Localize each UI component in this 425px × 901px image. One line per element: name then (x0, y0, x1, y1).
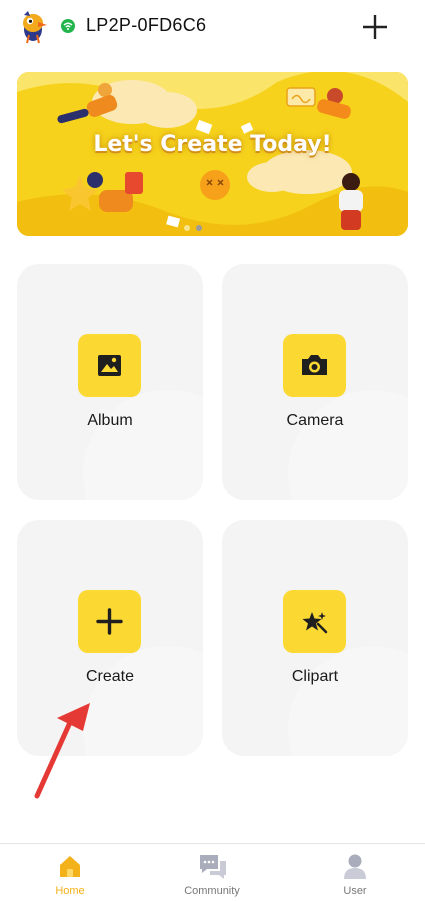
promo-banner[interactable]: Let's Create Today! (17, 72, 408, 236)
clipart-tile[interactable]: Clipart (222, 520, 408, 756)
chat-bubbles-icon (200, 855, 226, 879)
banner-page-indicator (184, 225, 214, 231)
plus-icon (96, 608, 123, 635)
clipart-label: Clipart (291, 668, 339, 685)
nav-user-label: User (343, 885, 367, 897)
user-icon (344, 854, 366, 879)
add-device-button[interactable] (360, 12, 390, 42)
nav-community-label: Community (184, 885, 240, 897)
album-icon-box (78, 334, 141, 397)
wifi-status-icon (61, 19, 75, 33)
create-icon-box (78, 590, 141, 653)
camera-icon-box (283, 334, 346, 397)
create-label: Create (85, 668, 135, 685)
app-header: LP2P-0FD6C6 (0, 0, 425, 54)
camera-tile[interactable]: Camera (222, 264, 408, 500)
nav-user[interactable]: User (295, 844, 415, 901)
album-tile[interactable]: Album (17, 264, 203, 500)
image-icon (98, 355, 121, 376)
plus-icon (363, 15, 387, 39)
page-dot-1 (184, 225, 190, 231)
page-dot-2 (196, 225, 202, 231)
nav-home-label: Home (55, 885, 85, 897)
clipart-icon-box (283, 590, 346, 653)
banner-title: Let's Create Today! (93, 132, 332, 157)
album-label: Album (87, 412, 133, 429)
nav-community[interactable]: Community (152, 844, 272, 901)
create-tile[interactable]: Create (17, 520, 203, 756)
nav-home[interactable]: Home (10, 844, 130, 901)
home-icon (60, 856, 80, 877)
camera-label: Camera (286, 412, 344, 429)
camera-icon (302, 355, 327, 375)
device-name[interactable]: LP2P-0FD6C6 (86, 15, 206, 36)
bird-logo-icon (18, 9, 48, 45)
bottom-navigation: Home Community User (0, 843, 425, 901)
star-sparkle-icon (302, 612, 328, 634)
